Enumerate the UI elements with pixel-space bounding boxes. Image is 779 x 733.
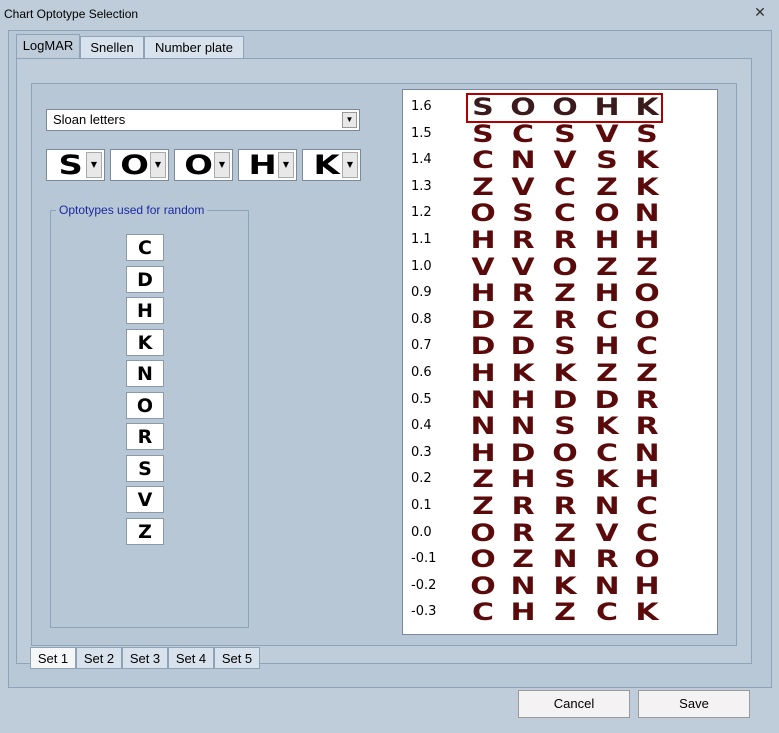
selected-row-highlight [466, 93, 663, 123]
chart-letter: K [635, 598, 659, 627]
chart-letter: N [634, 438, 660, 467]
random-optotype-button[interactable]: K [126, 328, 164, 356]
chart-letter: C [635, 332, 659, 361]
chevron-down-icon[interactable]: ▼ [86, 152, 102, 178]
chart-row[interactable]: 0.5 N H D D R [403, 385, 719, 414]
tab-set-1[interactable]: Set 1 [30, 647, 76, 669]
chart-row[interactable]: -0.1 O Z N R O [403, 546, 719, 573]
random-optotype-button[interactable]: O [126, 391, 164, 419]
chart-row[interactable]: 0.1 Z R R N C [403, 493, 719, 520]
random-optotype-button[interactable]: S [126, 454, 164, 482]
chart-letter: C [635, 518, 659, 547]
logmar-value: 1.5 [411, 125, 432, 141]
tab-set-5[interactable]: Set 5 [214, 647, 260, 669]
chart-letter: S [636, 119, 658, 148]
chart-letter: O [634, 545, 660, 574]
chart-row[interactable]: 0.8 D Z R C O [403, 305, 719, 334]
chart-letter: Z [636, 252, 658, 281]
cancel-button[interactable]: Cancel [518, 690, 630, 718]
logmar-value: 1.3 [411, 178, 432, 194]
font-select-value: Sloan letters [53, 112, 126, 127]
chart-letter: H [634, 465, 660, 494]
title-bar: Chart Optotype Selection ✕ [0, 0, 779, 30]
random-group-label: Optotypes used for random [56, 203, 208, 217]
chart-row[interactable]: 1.4 C N V S K [403, 147, 719, 174]
chart-row[interactable]: 1.3 Z V C Z K [403, 172, 719, 201]
chevron-down-icon[interactable]: ▼ [342, 152, 358, 178]
tab-logmar[interactable]: LogMAR [16, 34, 80, 59]
logmar-value: 1.1 [411, 232, 432, 247]
chart-row[interactable]: 0.3 H D O C N [403, 438, 719, 467]
window-title: Chart Optotype Selection [4, 7, 139, 21]
chart-letter: C [635, 492, 659, 520]
font-select[interactable]: Sloan letters ▼ [46, 109, 360, 131]
chart-row[interactable]: 1.2 O S C O N [403, 200, 719, 227]
optotype-select-3[interactable]: O ▼ [174, 149, 233, 181]
chart-row[interactable]: 0.0 O R Z V C [403, 518, 719, 547]
chart-row[interactable]: 0.2 Z H S K H [403, 466, 719, 493]
logmar-value: 0.6 [411, 365, 432, 380]
logmar-value: 0.4 [411, 418, 432, 434]
chart-row[interactable]: 1.5 S C S V S [403, 119, 719, 148]
logmar-value: -0.3 [411, 604, 437, 620]
tab-set-4[interactable]: Set 4 [168, 647, 214, 669]
optotype-select-2[interactable]: O ▼ [110, 149, 169, 181]
chart-row[interactable]: 1.0 V V O Z Z [403, 252, 719, 281]
chart-letter: Z [636, 359, 658, 387]
logmar-value: 1.0 [411, 258, 432, 274]
random-optotype-button[interactable]: R [126, 423, 164, 450]
logmar-value: 0.2 [411, 471, 432, 487]
chart-row[interactable]: 0.9 H R Z H O [403, 280, 719, 307]
logmar-value: 0.7 [411, 338, 432, 354]
random-optotype-button[interactable]: N [126, 360, 164, 387]
chart-row[interactable]: 0.7 D D S H C [403, 333, 719, 360]
random-optotype-button[interactable]: Z [126, 517, 164, 545]
logmar-value: 0.8 [411, 311, 432, 327]
logmar-value: 0.0 [411, 524, 432, 540]
chart-row[interactable]: 0.4 N N S K R [403, 413, 719, 440]
chart-row[interactable]: -0.3 C H Z C K [403, 599, 719, 626]
optotype-select-4[interactable]: H ▼ [238, 149, 297, 181]
chart-letter: H [634, 226, 660, 254]
logmar-value: 0.5 [411, 391, 432, 407]
chart-letter: K [635, 146, 659, 175]
chart-letter: N [634, 199, 660, 228]
logmar-value: 1.4 [411, 152, 432, 168]
optotype-select-5[interactable]: K ▼ [302, 149, 361, 181]
logmar-value: -0.1 [411, 551, 437, 567]
chart-letter: O [634, 305, 660, 334]
logmar-value: 0.9 [411, 285, 432, 301]
chart-row[interactable]: 1.1 H R R H H [403, 227, 719, 254]
chart-letter: H [634, 571, 660, 600]
logmar-value: 1.6 [411, 99, 432, 114]
chart-row[interactable]: -0.2 O N K N H [403, 571, 719, 600]
optotype-select-1[interactable]: S ▼ [46, 149, 105, 181]
random-optotype-button[interactable]: D [126, 265, 164, 293]
random-optotype-button[interactable]: C [126, 234, 164, 261]
random-optotype-button[interactable]: V [126, 486, 164, 513]
tab-set-2[interactable]: Set 2 [76, 647, 122, 669]
tab-snellen[interactable]: Snellen [80, 36, 144, 58]
chart-row[interactable]: 0.6 H K K Z Z [403, 360, 719, 387]
random-optotype-button[interactable]: H [126, 297, 164, 324]
logmar-value: 0.3 [411, 444, 432, 460]
logmar-value: 1.2 [411, 205, 432, 221]
chevron-down-icon[interactable]: ▼ [214, 152, 230, 178]
close-icon[interactable]: ✕ [752, 5, 768, 21]
chart-letter: R [635, 385, 659, 414]
save-button[interactable]: Save [638, 690, 750, 718]
logmar-value: 0.1 [411, 498, 432, 513]
tab-set-3[interactable]: Set 3 [122, 647, 168, 669]
chart-letter: K [635, 172, 659, 201]
optotype-chart: 1.6 S O O H K 1.5 S C S V S 1.4 C N V S K 1.3 Z V C Z K 1.2 O S C O N… [402, 89, 718, 635]
tab-number-plate[interactable]: Number plate [144, 36, 244, 58]
chevron-down-icon[interactable]: ▼ [342, 112, 357, 128]
chevron-down-icon[interactable]: ▼ [278, 152, 294, 178]
logmar-value: -0.2 [411, 577, 437, 593]
chart-letter: R [635, 412, 659, 441]
chart-letter: O [634, 279, 660, 308]
chevron-down-icon[interactable]: ▼ [150, 152, 166, 178]
